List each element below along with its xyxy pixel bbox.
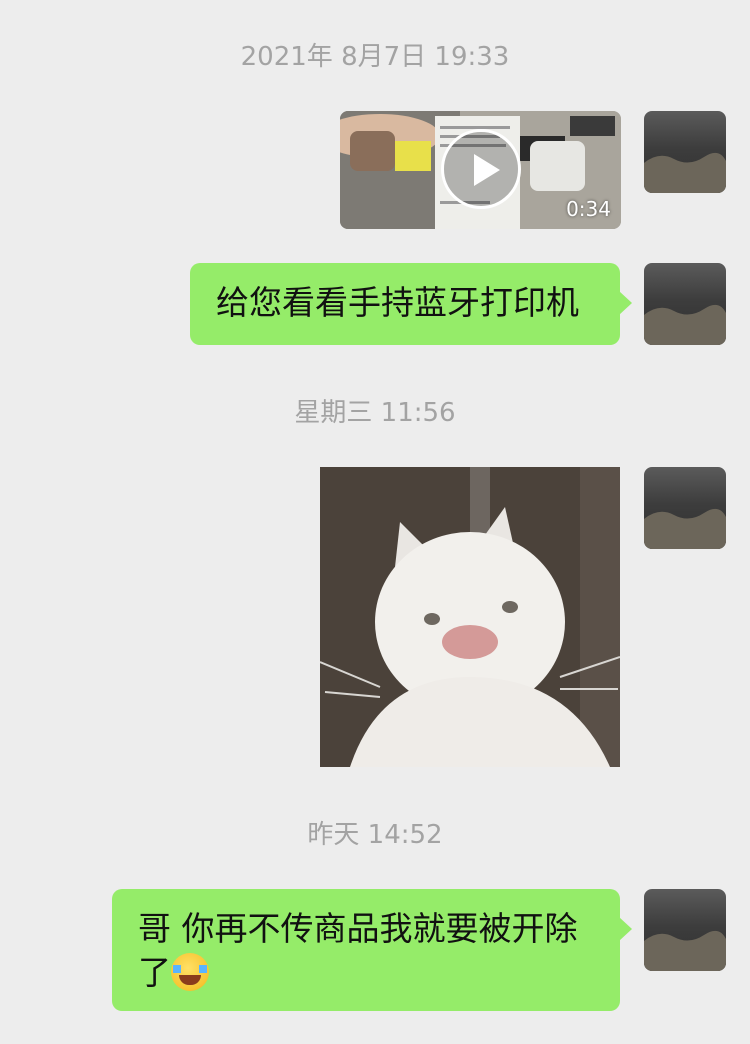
video-duration: 0:34 [566,197,611,221]
timestamp: 2021年 8月7日 19:33 [240,42,510,72]
video-message[interactable]: 0:34 [340,111,621,229]
avatar[interactable] [644,889,726,971]
message-bubble[interactable]: 给您看看手持蓝牙打印机 [190,263,632,345]
cat-photo [320,467,620,767]
avatar[interactable] [644,111,726,193]
avatar[interactable] [644,467,726,549]
timestamp: 星期三 11:56 [294,398,456,428]
avatar[interactable] [644,263,726,345]
timestamp: 昨天 14:52 [307,820,443,850]
message-text: 给您看看手持蓝牙打印机 [216,283,579,322]
message-bubble[interactable]: 哥 你再不传商品我就要被开除了 [112,889,632,1011]
image-message[interactable] [320,467,620,767]
crying-laughing-emoji-icon [171,953,209,991]
play-icon[interactable] [441,129,521,209]
